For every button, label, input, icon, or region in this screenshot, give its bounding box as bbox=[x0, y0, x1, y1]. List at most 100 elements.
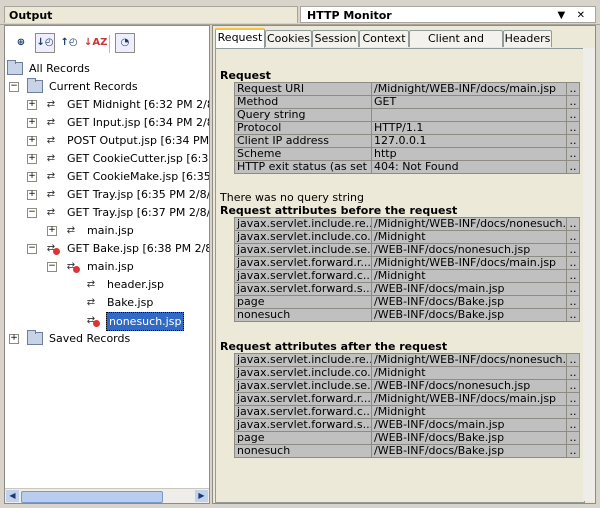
scroll-right-icon[interactable]: ▶ bbox=[195, 490, 208, 502]
ellipsis-button[interactable]: .. bbox=[566, 392, 580, 406]
table-row[interactable]: Request URI/Midnight/WEB-INF/docs/main.j… bbox=[234, 82, 580, 96]
expand-icon[interactable]: + bbox=[27, 118, 37, 128]
table-row[interactable]: javax.servlet.forward.s.../WEB-INF/docs/… bbox=[234, 282, 580, 296]
ellipsis-button[interactable]: .. bbox=[566, 256, 580, 270]
attribute-name-cell: Client IP address bbox=[234, 134, 372, 148]
ellipsis-button[interactable]: .. bbox=[566, 134, 580, 148]
attribute-value-cell: /Midnight bbox=[371, 269, 567, 283]
table-row[interactable]: javax.servlet.forward.s.../WEB-INF/docs/… bbox=[234, 418, 580, 432]
tree-label: main.jsp bbox=[87, 260, 134, 273]
table-row[interactable]: Scheme http.. bbox=[234, 147, 580, 161]
http-monitor-panel-title[interactable]: HTTP Monitor ▼ ✕ bbox=[300, 6, 596, 23]
sort-time-asc-icon[interactable]: ↑◴ bbox=[59, 33, 79, 53]
ellipsis-button[interactable]: .. bbox=[566, 121, 580, 135]
expand-icon[interactable]: + bbox=[27, 154, 37, 164]
table-row[interactable]: javax.servlet.forward.c.../Midnight.. bbox=[234, 405, 580, 419]
scroll-thumb[interactable] bbox=[21, 491, 163, 503]
attrs-before-heading: Request attributes before the request bbox=[220, 204, 458, 217]
table-row[interactable]: javax.servlet.include.se.../WEB-INF/docs… bbox=[234, 243, 580, 257]
expand-icon[interactable]: + bbox=[47, 226, 57, 236]
table-row[interactable]: javax.servlet.include.se.../WEB-INF/docs… bbox=[234, 379, 580, 393]
ellipsis-button[interactable]: .. bbox=[566, 82, 580, 96]
expand-icon[interactable]: + bbox=[27, 100, 37, 110]
expand-icon[interactable]: + bbox=[27, 190, 37, 200]
attribute-value-cell: /WEB-INF/docs/nonesuch.jsp bbox=[371, 243, 567, 257]
tab-cookies[interactable]: Cookies bbox=[265, 30, 312, 47]
attribute-value-cell: HTTP/1.1 bbox=[371, 121, 567, 135]
ellipsis-button[interactable]: .. bbox=[566, 295, 580, 309]
table-row[interactable]: Query string.. bbox=[234, 108, 580, 122]
table-row[interactable]: javax.servlet.include.co.../Midnight.. bbox=[234, 366, 580, 380]
tab-request[interactable]: Request bbox=[215, 28, 265, 49]
attribute-name-cell: Request URI bbox=[234, 82, 372, 96]
ellipsis-button[interactable]: .. bbox=[566, 431, 580, 445]
sort-alpha-icon[interactable]: ↓AZ bbox=[83, 33, 107, 53]
attribute-value-cell: /Midnight/WEB-INF/docs/nonesuch.jsp bbox=[371, 353, 567, 367]
ellipsis-button[interactable]: .. bbox=[566, 269, 580, 283]
attribute-value-cell: /WEB-INF/docs/nonesuch.jsp bbox=[371, 379, 567, 393]
expand-icon[interactable]: + bbox=[9, 334, 19, 344]
vertical-scrollbar[interactable] bbox=[583, 48, 595, 501]
ellipsis-button[interactable]: .. bbox=[566, 243, 580, 257]
collapse-icon[interactable]: − bbox=[27, 208, 37, 218]
ellipsis-button[interactable]: .. bbox=[566, 160, 580, 174]
sort-time-desc-icon[interactable]: ↓◴ bbox=[35, 33, 55, 53]
request-icon: ⇄ bbox=[66, 225, 76, 236]
collapse-icon[interactable]: − bbox=[27, 244, 37, 254]
table-row[interactable]: HTTP exit status (as set ... 404: Not Fou… bbox=[234, 160, 580, 174]
ellipsis-button[interactable]: .. bbox=[566, 308, 580, 322]
table-row[interactable]: javax.servlet.include.re.../Midnight/WEB… bbox=[234, 353, 580, 367]
table-row[interactable]: javax.servlet.forward.r.../Midnight/WEB-… bbox=[234, 256, 580, 270]
table-row[interactable]: Method GET.. bbox=[234, 95, 580, 109]
tab-headers[interactable]: Headers bbox=[503, 30, 552, 47]
ellipsis-button[interactable]: .. bbox=[566, 405, 580, 419]
tab-session[interactable]: Session bbox=[312, 30, 359, 47]
ellipsis-button[interactable]: .. bbox=[566, 282, 580, 296]
table-row[interactable]: javax.servlet.forward.c.../Midnight.. bbox=[234, 269, 580, 283]
panel-menu-close-icons[interactable]: ▼ ✕ bbox=[557, 7, 589, 24]
tab-context[interactable]: Context bbox=[359, 30, 409, 47]
table-row[interactable]: nonesuch/WEB-INF/docs/Bake.jsp.. bbox=[234, 308, 580, 322]
ellipsis-button[interactable]: .. bbox=[566, 230, 580, 244]
attribute-name-cell: Protocol bbox=[234, 121, 372, 135]
tree-label: Current Records bbox=[49, 80, 138, 93]
ellipsis-button[interactable]: .. bbox=[566, 147, 580, 161]
expand-icon[interactable]: + bbox=[27, 172, 37, 182]
table-row[interactable]: Client IP address 127.0.0.1.. bbox=[234, 134, 580, 148]
table-row[interactable]: Protocol HTTP/1.1.. bbox=[234, 121, 580, 135]
attribute-value-cell: 404: Not Found bbox=[371, 160, 567, 174]
request-icon: ⇄ bbox=[46, 135, 56, 146]
ellipsis-button[interactable]: .. bbox=[566, 95, 580, 109]
attribute-name-cell: javax.servlet.include.co... bbox=[234, 366, 372, 380]
table-row[interactable]: page/WEB-INF/docs/Bake.jsp.. bbox=[234, 295, 580, 309]
ellipsis-button[interactable]: .. bbox=[566, 379, 580, 393]
ellipsis-button[interactable]: .. bbox=[566, 366, 580, 380]
table-row[interactable]: javax.servlet.include.re.../Midnight/WEB… bbox=[234, 217, 580, 231]
attribute-value-cell: /Midnight/WEB-INF/docs/nonesuch.jsp bbox=[371, 217, 567, 231]
output-panel-title[interactable]: Output bbox=[4, 6, 298, 23]
show-time-icon[interactable]: ◔ bbox=[115, 33, 135, 53]
ellipsis-button[interactable]: .. bbox=[566, 217, 580, 231]
tree-label: GET Midnight [6:32 PM 2/8/05 bbox=[67, 98, 209, 111]
table-row[interactable]: page/WEB-INF/docs/Bake.jsp.. bbox=[234, 431, 580, 445]
tab-client-server[interactable]: Client and Server bbox=[409, 30, 503, 61]
expand-icon[interactable]: + bbox=[27, 136, 37, 146]
collapse-icon[interactable]: − bbox=[47, 262, 57, 272]
table-row[interactable]: javax.servlet.forward.r.../Midnight/WEB-… bbox=[234, 392, 580, 406]
ellipsis-button[interactable]: .. bbox=[566, 108, 580, 122]
collapse-icon[interactable]: − bbox=[9, 82, 19, 92]
attribute-value-cell: /WEB-INF/docs/main.jsp bbox=[371, 418, 567, 432]
attribute-value-cell: /WEB-INF/docs/Bake.jsp bbox=[371, 295, 567, 309]
ellipsis-button[interactable]: .. bbox=[566, 418, 580, 432]
attribute-name-cell: javax.servlet.include.re... bbox=[234, 217, 372, 231]
request-icon: ⇄ bbox=[46, 207, 56, 218]
scroll-left-icon[interactable]: ◀ bbox=[6, 490, 19, 502]
horizontal-scrollbar[interactable]: ◀ ▶ bbox=[5, 488, 209, 503]
table-row[interactable]: nonesuch/WEB-INF/docs/Bake.jsp.. bbox=[234, 444, 580, 458]
ellipsis-button[interactable]: .. bbox=[566, 444, 580, 458]
http-monitor-title-label: HTTP Monitor bbox=[307, 9, 392, 22]
reload-icon[interactable]: ⊕ bbox=[11, 33, 31, 53]
attribute-value-cell: http bbox=[371, 147, 567, 161]
ellipsis-button[interactable]: .. bbox=[566, 353, 580, 367]
table-row[interactable]: javax.servlet.include.co.../Midnight.. bbox=[234, 230, 580, 244]
